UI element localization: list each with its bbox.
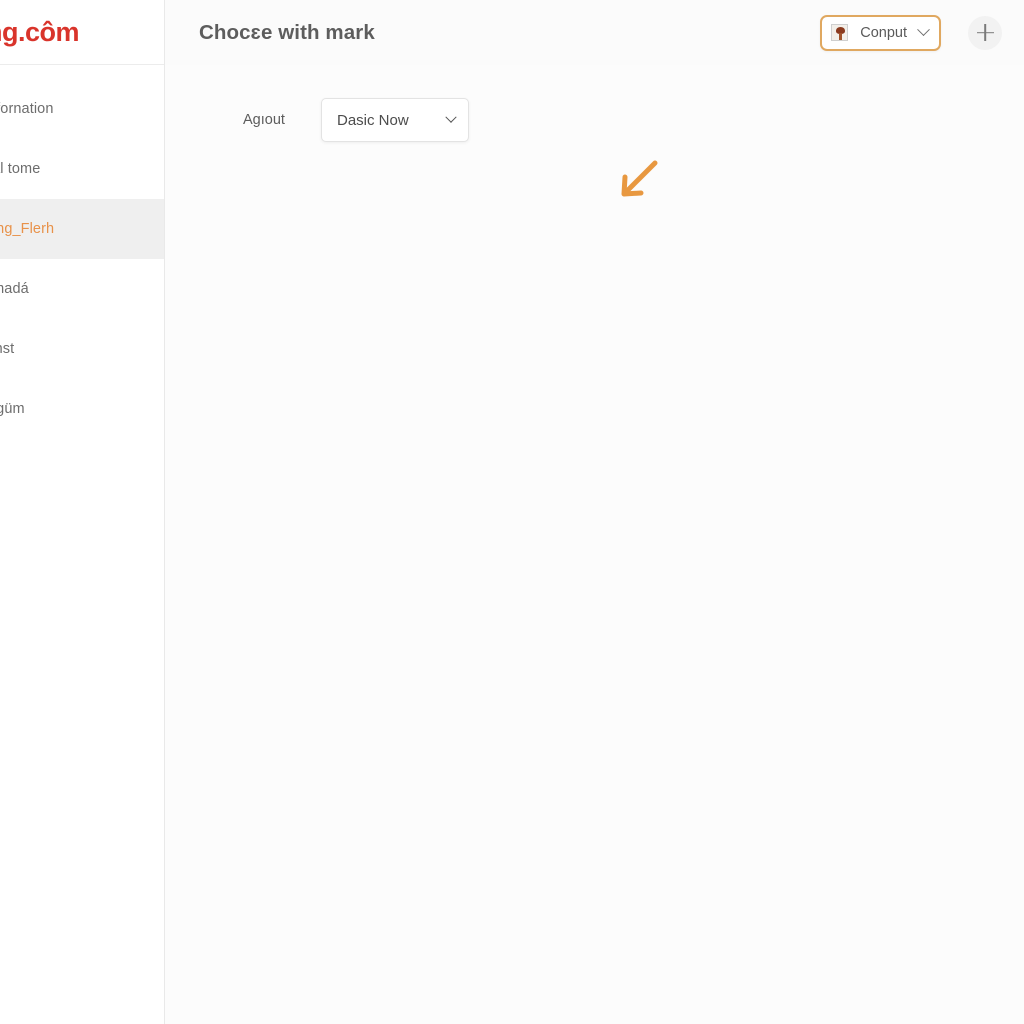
dasic-now-select[interactable]: Dasic Now xyxy=(321,98,469,142)
sidebar-item-label: ung_Flerh xyxy=(0,221,55,237)
arrow-down-left-icon xyxy=(621,160,658,197)
sidebar-item-ung-flerh[interactable]: ung_Flerh xyxy=(0,199,164,259)
image-thumbnail-icon xyxy=(831,24,849,41)
field-label: Agıout xyxy=(243,112,285,128)
sidebar-item-ial-tome[interactable]: ıal tome xyxy=(0,139,164,199)
select-value: Dasic Now xyxy=(337,111,409,129)
brand-logo-text: ng.côm xyxy=(0,16,80,47)
sidebar-item-label: ogüm xyxy=(0,401,25,417)
add-button[interactable] xyxy=(968,15,1002,50)
topbar: Chocɛe with mark Conput xyxy=(165,0,1024,65)
sidebar-nav: nfornation ıal tome ung_Flerh ımadá lins… xyxy=(0,65,164,439)
sidebar-item-nfornation[interactable]: nfornation xyxy=(0,79,164,139)
chevron-down-icon xyxy=(917,23,930,37)
sidebar-item-label: linst xyxy=(0,341,15,357)
chevron-down-icon xyxy=(445,111,457,123)
plus-icon xyxy=(977,24,994,41)
sidebar-item-imada[interactable]: ımadá xyxy=(0,259,164,319)
sidebar: ng.côm nfornation ıal tome ung_Flerh ıma… xyxy=(0,0,165,1024)
sidebar-item-linst[interactable]: linst xyxy=(0,319,164,379)
sidebar-brand[interactable]: ng.côm xyxy=(0,0,164,65)
sidebar-item-ogum[interactable]: ogüm xyxy=(0,379,164,439)
page-title: Chocɛe with mark xyxy=(199,20,375,44)
app-root: ng.côm nfornation ıal tome ung_Flerh ıma… xyxy=(0,0,1024,1024)
content-area: Agıout Dasic Now xyxy=(165,65,1024,1024)
sidebar-item-label: ımadá xyxy=(0,281,29,297)
context-select-button[interactable]: Conput xyxy=(820,14,941,51)
field-row: Agıout Dasic Now xyxy=(165,89,1024,151)
context-select-label: Conput xyxy=(860,24,907,41)
sidebar-item-label: nfornation xyxy=(0,101,54,117)
main-area: Chocɛe with mark Conput Agıout Dasic Now xyxy=(165,0,1024,1024)
sidebar-item-label: ıal tome xyxy=(0,161,41,177)
